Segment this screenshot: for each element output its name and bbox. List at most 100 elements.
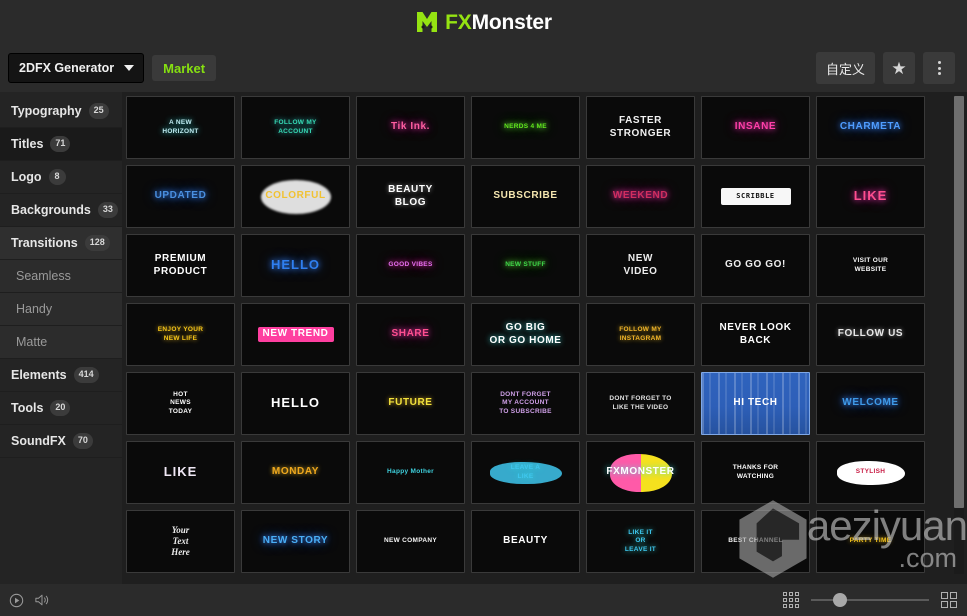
preset-tile[interactable]: WELCOME: [816, 372, 925, 435]
preset-tile-label: NERDS 4 ME: [504, 123, 547, 131]
preset-tile-label: Tik Ink.: [390, 121, 431, 133]
sidebar-item-label: Titles: [11, 137, 44, 151]
favorites-button[interactable]: ★: [883, 52, 915, 84]
preset-tile[interactable]: NEW TREND: [241, 303, 350, 366]
preset-tile-label: GOOD VIBES: [388, 261, 433, 269]
preset-tile-label: HELLO: [270, 257, 321, 273]
preset-tile[interactable]: Happy Mother: [356, 441, 465, 504]
grid-large-icon[interactable]: [941, 592, 957, 608]
sidebar-item-seamless[interactable]: Seamless: [0, 260, 122, 293]
sidebar-item-tools[interactable]: Tools 20: [0, 392, 122, 425]
market-tab[interactable]: Market: [152, 55, 217, 81]
preset-tile-label: BEST CHANNEL: [728, 537, 783, 545]
preset-tile[interactable]: FASTER STRONGER: [586, 96, 695, 159]
preset-tile[interactable]: DONT FORGET MY ACCOUNT TO SUBSCRIBE: [471, 372, 580, 435]
preset-tile[interactable]: NEW VIDEO: [586, 234, 695, 297]
preset-tile-label: SCRIBBLE: [736, 192, 775, 201]
generator-dropdown[interactable]: 2DFX Generator: [8, 53, 145, 83]
preset-tile-label: Your Text Here: [171, 524, 190, 558]
preset-tile[interactable]: VISIT OUR WEBSITE: [816, 234, 925, 297]
sidebar-item-elements[interactable]: Elements 414: [0, 359, 122, 392]
preset-tile[interactable]: HI TECH: [701, 372, 810, 435]
preset-tile[interactable]: FOLLOW US: [816, 303, 925, 366]
preset-tile[interactable]: BEAUTY: [471, 510, 580, 573]
sidebar-item-transitions[interactable]: Transitions 128: [0, 227, 122, 260]
vertical-scrollbar-thumb[interactable]: [954, 96, 964, 508]
preset-tile[interactable]: NEW STUFF: [471, 234, 580, 297]
sidebar-item-handy[interactable]: Handy: [0, 293, 122, 326]
preset-tile[interactable]: SHARE: [356, 303, 465, 366]
preset-tile[interactable]: Your Text Here: [126, 510, 235, 573]
preset-tile[interactable]: A NEW HORIZONT: [126, 96, 235, 159]
sidebar-item-label: Elements: [11, 368, 67, 382]
sidebar-item-count-badge: 33: [97, 202, 118, 218]
sidebar-item-label: Transitions: [11, 236, 78, 250]
preset-tile[interactable]: INSANE: [701, 96, 810, 159]
vertical-scrollbar[interactable]: [954, 96, 964, 574]
market-tab-label: Market: [163, 60, 206, 76]
grid-small-icon[interactable]: [783, 592, 799, 608]
preset-tile[interactable]: HELLO: [241, 234, 350, 297]
preset-tile[interactable]: SCRIBBLE: [701, 165, 810, 228]
preset-tile[interactable]: NERDS 4 ME: [471, 96, 580, 159]
thumbnail-size-slider[interactable]: [811, 593, 929, 607]
preset-tile[interactable]: FUTURE: [356, 372, 465, 435]
sidebar-item-typography[interactable]: Typography 25: [0, 95, 122, 128]
preset-tile[interactable]: GO BIG OR GO HOME: [471, 303, 580, 366]
preset-tile[interactable]: LIKE IT OR LEAVE IT: [586, 510, 695, 573]
preset-tile[interactable]: LEAVE A LIKE: [471, 441, 580, 504]
preset-tile-label: NEVER LOOK BACK: [719, 322, 792, 346]
sidebar-item-logo[interactable]: Logo 8: [0, 161, 122, 194]
preset-tile-label: NEW STUFF: [505, 261, 546, 269]
preset-tile[interactable]: DONT FORGET TO LIKE THE VIDEO: [586, 372, 695, 435]
preset-tile[interactable]: GO GO GO!: [701, 234, 810, 297]
preset-tile[interactable]: MONDAY: [241, 441, 350, 504]
play-button[interactable]: [9, 593, 24, 608]
preset-tile[interactable]: FOLLOW MY INSTAGRAM: [586, 303, 695, 366]
preset-tile[interactable]: Tik Ink.: [356, 96, 465, 159]
preset-tile[interactable]: HOT NEWS TODAY: [126, 372, 235, 435]
preset-tile-label: INSANE: [734, 121, 777, 133]
preset-tile-label: MONDAY: [271, 466, 320, 478]
preset-tile[interactable]: ENJOY YOUR NEW LIFE: [126, 303, 235, 366]
sidebar-item-titles[interactable]: Titles 71: [0, 128, 122, 161]
preset-tile[interactable]: STYLISH: [816, 441, 925, 504]
preset-tile[interactable]: UPDATED: [126, 165, 235, 228]
customize-button[interactable]: 自定义: [815, 52, 875, 84]
preset-tile[interactable]: NEVER LOOK BACK: [701, 303, 810, 366]
view-controls: [783, 592, 957, 608]
preset-tile[interactable]: FOLLOW MY ACCOUNT: [241, 96, 350, 159]
preset-tile[interactable]: BEAUTY BLOG: [356, 165, 465, 228]
preset-tile[interactable]: BEST CHANNEL: [701, 510, 810, 573]
more-menu-button[interactable]: [923, 52, 955, 84]
preset-tile[interactable]: PARTY TIME: [816, 510, 925, 573]
sidebar-item-soundfx[interactable]: SoundFX 70: [0, 425, 122, 458]
preset-tile-label: LEAVE A LIKE: [510, 464, 541, 480]
kebab-menu-icon: [937, 61, 941, 75]
play-circle-icon: [9, 593, 24, 607]
sidebar-item-backgrounds[interactable]: Backgrounds 33: [0, 194, 122, 227]
preset-tile[interactable]: SUBSCRIBE: [471, 165, 580, 228]
preset-tile[interactable]: FXMONSTER: [586, 441, 695, 504]
preset-tile[interactable]: CHARMETA: [816, 96, 925, 159]
preset-tile[interactable]: HELLO: [241, 372, 350, 435]
preset-tile-label: FASTER STRONGER: [609, 115, 672, 139]
preset-tile[interactable]: LIKE: [126, 441, 235, 504]
preset-tile-label: FUTURE: [388, 397, 433, 409]
sidebar-item-matte[interactable]: Matte: [0, 326, 122, 359]
preset-tile[interactable]: THANKS FOR WATCHING: [701, 441, 810, 504]
slider-handle[interactable]: [833, 593, 847, 607]
preset-tile-label: VISIT OUR WEBSITE: [852, 257, 889, 273]
preset-tile[interactable]: NEW STORY: [241, 510, 350, 573]
sidebar-item-count-badge: 20: [50, 400, 71, 416]
preset-tile[interactable]: COLORFUL: [241, 165, 350, 228]
preset-tile[interactable]: GOOD VIBES: [356, 234, 465, 297]
preset-tile[interactable]: LIKE: [816, 165, 925, 228]
volume-button[interactable]: [34, 593, 50, 607]
sidebar-item-label: Tools: [11, 401, 44, 415]
brand-text: FXMonster: [445, 12, 552, 33]
preset-tile-label: GO BIG OR GO HOME: [489, 322, 562, 346]
preset-tile[interactable]: WEEKEND: [586, 165, 695, 228]
preset-tile[interactable]: PREMIUM PRODUCT: [126, 234, 235, 297]
preset-tile[interactable]: NEW COMPANY: [356, 510, 465, 573]
